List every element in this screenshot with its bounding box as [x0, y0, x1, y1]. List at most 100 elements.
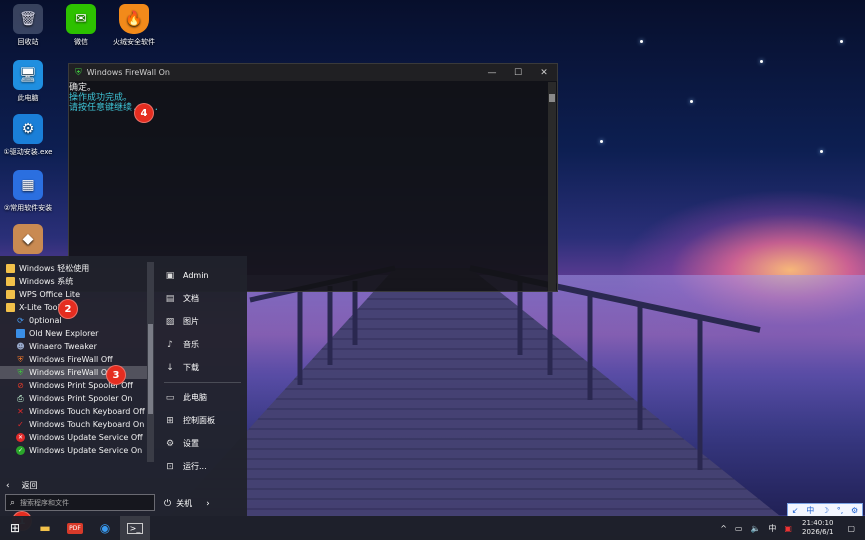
file-explorer-icon: ▬	[39, 521, 51, 535]
program-item-winaero-tweaker[interactable]: ☻ Winaero Tweaker	[0, 340, 150, 353]
optional-icon: ⟳	[17, 316, 24, 325]
step-badge-3: 3	[106, 365, 126, 385]
system-tray: ^ ▭ 🔈 中 ▣ 21:40:10 2026/6/1 ▢	[716, 519, 865, 537]
program-item-old-new-explorer[interactable]: Old New Explorer	[0, 327, 150, 340]
update-off-icon: ✕	[16, 433, 25, 442]
program-item-print-spooler-off[interactable]: ⊘ Windows Print Spooler Off	[0, 379, 150, 392]
taskbar-browser[interactable]: ◉	[90, 516, 120, 540]
ime-language[interactable]: 中	[806, 505, 814, 516]
console-scrollbar[interactable]	[548, 82, 556, 291]
place-settings[interactable]: ⚙ 设置	[158, 432, 247, 455]
notification-icon[interactable]: ▢	[847, 524, 855, 533]
star	[690, 100, 693, 103]
place-run[interactable]: ⊡ 运行...	[158, 455, 247, 478]
program-item-print-spooler-on[interactable]: ⎙ Windows Print Spooler On	[0, 392, 150, 405]
pdf-icon: PDF	[67, 522, 83, 534]
pdf-tray-icon[interactable]: ▣	[784, 524, 792, 533]
program-item-update-service-off[interactable]: ✕ Windows Update Service Off	[0, 431, 150, 444]
maximize-button[interactable]: ☐	[505, 68, 531, 78]
star	[840, 40, 843, 43]
console-line: 确定。	[69, 83, 97, 93]
program-folder-ease-of-access[interactable]: Windows 轻松使用	[0, 262, 150, 275]
program-list: Windows 轻松使用 Windows 系统 WPS Office Lite …	[0, 262, 150, 457]
desktop-icon-huorong[interactable]: 🔥 火绒安全软件	[106, 4, 162, 47]
close-button[interactable]: ✕	[531, 68, 557, 78]
scrollbar-thumb[interactable]	[549, 94, 555, 102]
start-button[interactable]: ⊞	[0, 516, 30, 540]
place-downloads[interactable]: ↓ 下载	[158, 356, 247, 379]
program-item-touch-keyboard-off[interactable]: ✕ Windows Touch Keyboard Off	[0, 405, 150, 418]
taskbar-terminal[interactable]: >_	[120, 516, 150, 540]
ime-settings-icon[interactable]: ⚙	[851, 506, 858, 515]
step-badge-4: 4	[134, 103, 154, 123]
clock[interactable]: 21:40:10 2026/6/1	[802, 519, 833, 537]
back-button[interactable]: ‹ 返回	[6, 480, 38, 491]
step-badge-2: 2	[58, 299, 78, 319]
explorer-icon	[16, 329, 25, 338]
start-menu-places: ▣ Admin ▤ 文档 ▨ 图片 ♪ 音乐 ↓ 下载 ▭ 此电脑 ⊞ 控制面板 ⚙ 设置 ⊡ 运…	[158, 264, 247, 478]
taskbar-pdf[interactable]: PDF	[60, 516, 90, 540]
chevron-left-icon: ‹	[6, 480, 10, 491]
desktop-icon-recycle-bin[interactable]: 🗑 回收站	[0, 4, 56, 47]
desktop-icon-wechat[interactable]: ✉ 微信	[53, 4, 109, 47]
printer-icon: ⎙	[17, 393, 24, 403]
document-icon: ▤	[165, 293, 175, 304]
ime-toolbar[interactable]: ↙ 中 ☽ °, ⚙	[787, 503, 863, 517]
computer-icon: 🖥	[13, 60, 43, 90]
place-control-panel[interactable]: ⊞ 控制面板	[158, 409, 247, 432]
tray-chevron-up-icon[interactable]: ^	[720, 524, 727, 533]
search-input[interactable]: ⌕ 搜索程序和文件	[5, 494, 155, 511]
desktop-icon-software-install[interactable]: ▦ ②常用软件安装	[0, 170, 56, 213]
program-list-scrollbar[interactable]	[147, 262, 154, 462]
driver-install-icon: ⚙	[13, 114, 43, 144]
taskbar-file-explorer[interactable]: ▬	[30, 516, 60, 540]
browser-icon: ◉	[99, 521, 111, 535]
program-item-touch-keyboard-on[interactable]: ✓ Windows Touch Keyboard On	[0, 418, 150, 431]
ime-mode-icon[interactable]: ↙	[792, 506, 799, 515]
program-item-firewall-on[interactable]: ⛨ Windows FireWall On	[0, 366, 150, 379]
huorong-shield-icon: 🔥	[119, 4, 149, 34]
place-documents[interactable]: ▤ 文档	[158, 287, 247, 310]
scrollbar-thumb[interactable]	[148, 324, 153, 414]
ime-punctuation-icon[interactable]: °,	[837, 506, 844, 515]
taskbar: ⊞ ▬ PDF ◉ >_ ^ ▭ 🔈 中 ▣ 21:40:10 2026/6/1…	[0, 516, 865, 540]
place-pictures[interactable]: ▨ 图片	[158, 310, 247, 333]
computer-icon: ▭	[165, 392, 175, 403]
volume-icon[interactable]: 🔈	[750, 524, 760, 533]
star	[760, 60, 763, 63]
picture-icon: ▨	[165, 316, 175, 327]
download-icon: ↓	[166, 362, 174, 373]
desktop-icon-this-pc[interactable]: 🖥 此电脑	[0, 60, 56, 103]
folder-icon	[6, 290, 15, 299]
folder-icon	[6, 264, 15, 273]
console-line: 操作成功完成。	[69, 93, 133, 103]
program-item-update-service-on[interactable]: ✓ Windows Update Service On	[0, 444, 150, 457]
desktop-icon-driver-install[interactable]: ⚙ ①驱动安装.exe	[0, 114, 56, 157]
place-music[interactable]: ♪ 音乐	[158, 333, 247, 356]
folder-icon	[6, 303, 15, 312]
console-titlebar[interactable]: ⛨ Windows FireWall On — ☐ ✕	[69, 64, 557, 81]
user-icon: ▣	[165, 270, 175, 281]
program-item-firewall-off[interactable]: ⛨ Windows FireWall Off	[0, 353, 150, 366]
place-this-pc[interactable]: ▭ 此电脑	[158, 386, 247, 409]
tweaker-icon: ☻	[16, 342, 25, 351]
ime-width-icon[interactable]: ☽	[822, 506, 829, 515]
check-icon: ✓	[17, 420, 24, 429]
start-icon: ⊞	[9, 521, 21, 535]
start-menu: Windows 轻松使用 Windows 系统 WPS Office Lite …	[0, 256, 247, 516]
firewall-off-icon: ⛨	[17, 354, 24, 364]
network-icon[interactable]: ▭	[735, 524, 743, 533]
console-title: Windows FireWall On	[86, 68, 170, 77]
star	[640, 40, 643, 43]
chevron-right-icon[interactable]: ›	[206, 499, 210, 509]
program-folder-wps-office[interactable]: WPS Office Lite	[0, 288, 150, 301]
folder-icon	[6, 277, 15, 286]
program-folder-windows-system[interactable]: Windows 系统	[0, 275, 150, 288]
minimize-button[interactable]: —	[479, 68, 505, 78]
desktop-icon-x-lite-tools[interactable]: ◆	[0, 224, 56, 257]
tray-ime[interactable]: 中	[768, 523, 776, 534]
recycle-bin-icon: 🗑	[13, 4, 43, 34]
place-admin[interactable]: ▣ Admin	[158, 264, 247, 287]
spooler-off-icon: ⊘	[17, 381, 24, 390]
shutdown-button[interactable]: ⏻ 关机 ›	[164, 498, 210, 509]
